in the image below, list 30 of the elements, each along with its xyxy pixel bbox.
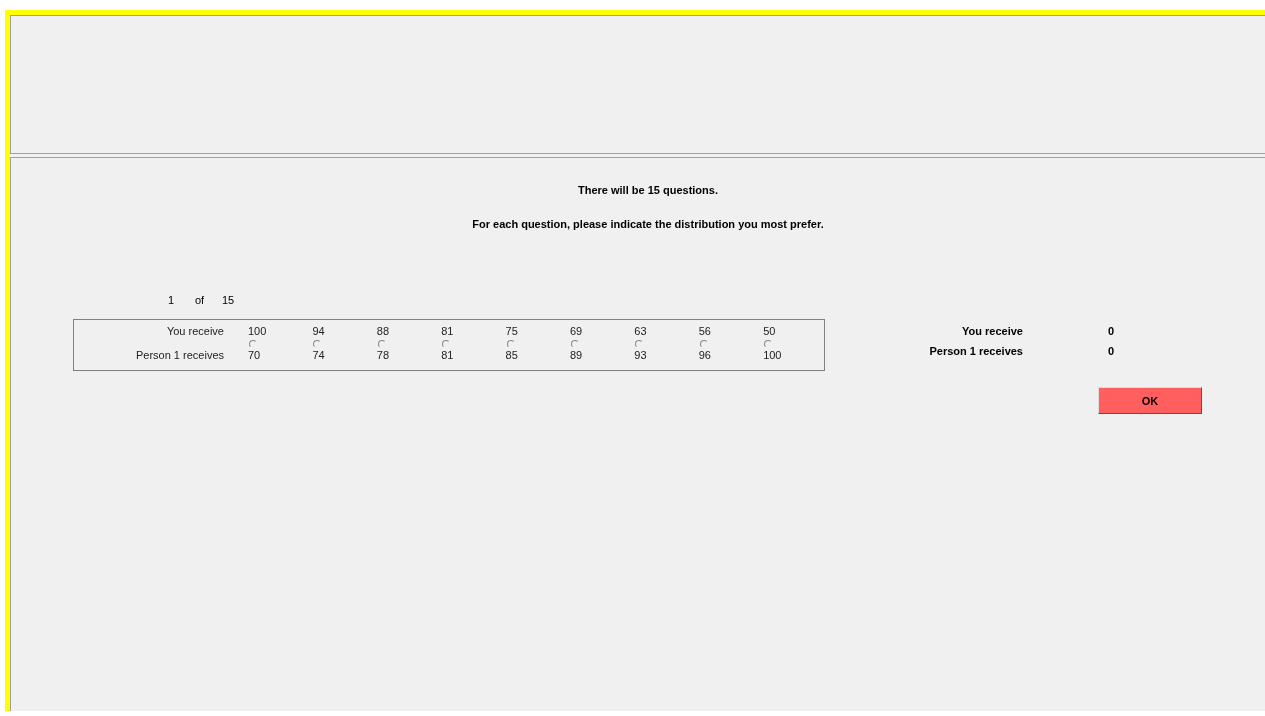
- amount-value: 96: [698, 348, 712, 362]
- amount-value: 56: [698, 324, 712, 338]
- amount-value: 85: [505, 348, 519, 362]
- amount-value: 69: [569, 324, 584, 338]
- summary-value: 0: [1108, 325, 1115, 337]
- of-label: of: [195, 294, 206, 306]
- summary-label: Person 1 receives: [929, 345, 1023, 357]
- amount-value: 70: [248, 348, 262, 362]
- amount-value: 93: [634, 348, 648, 362]
- amount-value: 100: [248, 324, 268, 338]
- amount-value: 89: [569, 348, 584, 362]
- amount-value: 94: [312, 324, 326, 338]
- ok-button[interactable]: OK: [1098, 387, 1202, 414]
- amount-value: 78: [376, 348, 391, 362]
- amount-value: 50: [763, 324, 777, 338]
- row-label: You receive: [166, 324, 224, 338]
- amount-value: 81: [441, 324, 455, 338]
- amount-value: 88: [376, 324, 391, 338]
- row-label: Person 1 receives: [135, 348, 224, 362]
- amount-value: 81: [441, 348, 455, 362]
- question-total: 15: [222, 294, 235, 306]
- amount-value: 100: [763, 348, 783, 362]
- amount-value: 63: [634, 324, 648, 338]
- amount-value: 75: [505, 324, 519, 338]
- summary-label: You receive: [962, 325, 1023, 337]
- amount-value: 74: [312, 348, 326, 362]
- instruction-text: There will be 15 questions.: [577, 184, 718, 196]
- instruction-text: For each question, please indicate the distribution you most prefer.: [471, 218, 824, 230]
- question-number: 1: [168, 294, 176, 306]
- summary-value: 0: [1108, 345, 1115, 357]
